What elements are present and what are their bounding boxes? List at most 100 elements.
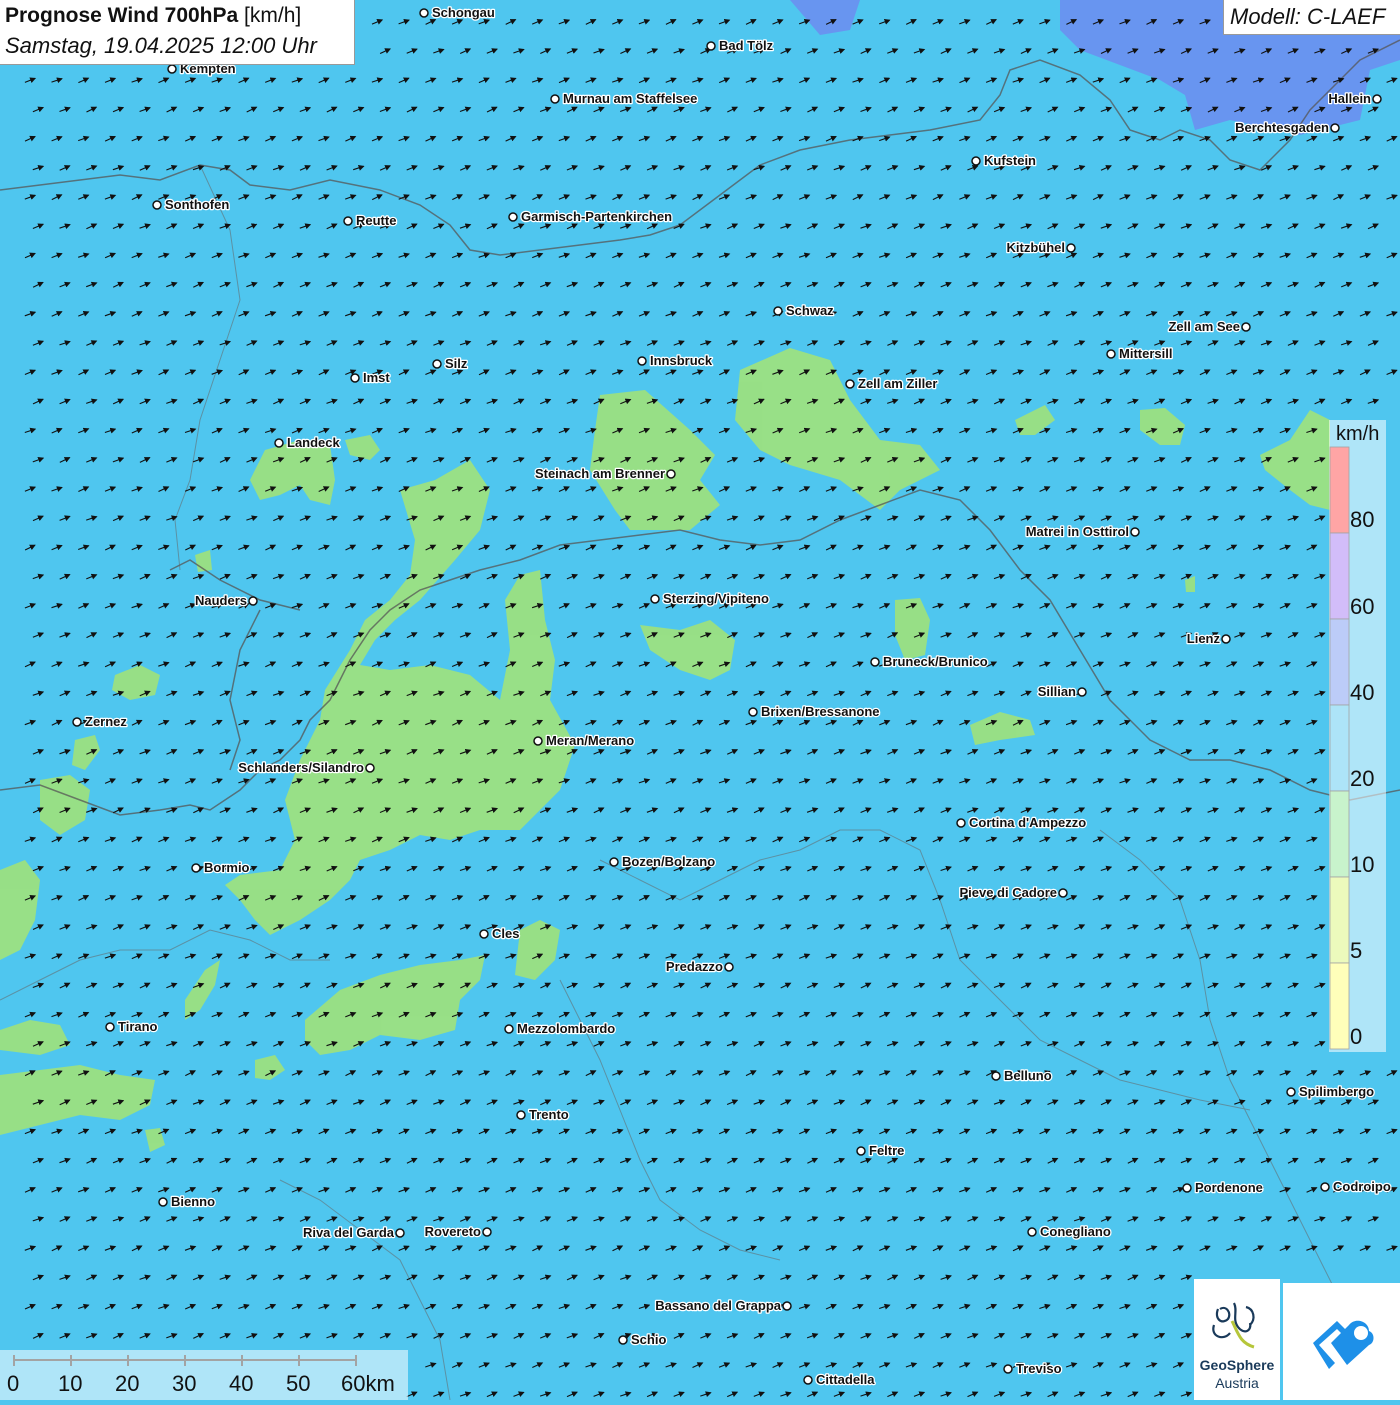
city-dot xyxy=(956,818,966,828)
city-dot xyxy=(782,1301,792,1311)
city-marker[interactable]: Zell am See xyxy=(1167,318,1251,335)
city-marker[interactable]: Meran/Merano xyxy=(533,732,635,749)
city-marker[interactable]: Bozen/Bolzano xyxy=(609,853,716,870)
scale-label-60km: 60km xyxy=(341,1371,395,1396)
city-dot xyxy=(508,212,518,222)
city-label: Kufstein xyxy=(984,153,1036,168)
city-label: Predazzo xyxy=(666,959,723,974)
city-marker[interactable]: Pordenone xyxy=(1182,1179,1264,1196)
city-label: Cortina d'Ampezzo xyxy=(969,815,1086,830)
city-label: Hallein xyxy=(1328,91,1371,106)
city-marker[interactable]: Schongau xyxy=(419,4,496,21)
city-dot xyxy=(533,736,543,746)
legend-label-5: 5 xyxy=(1350,938,1363,963)
city-dot xyxy=(1182,1183,1192,1193)
city-marker[interactable]: Bruneck/Brunico xyxy=(870,653,989,670)
city-label: Steinach am Brenner xyxy=(535,466,665,481)
city-marker[interactable]: Garmisch-Partenkirchen xyxy=(508,208,673,225)
city-dot xyxy=(748,707,758,717)
city-marker[interactable]: Innsbruck xyxy=(637,352,714,369)
city-marker[interactable]: Steinach am Brenner xyxy=(534,465,676,482)
legend-label-80: 80 xyxy=(1350,507,1375,532)
city-dot xyxy=(343,216,353,226)
city-label: Mezzolombardo xyxy=(517,1021,615,1036)
city-dot xyxy=(1066,243,1076,253)
city-label: Pordenone xyxy=(1195,1180,1263,1195)
city-marker[interactable]: Sterzing/Vipiteno xyxy=(650,590,770,607)
city-dot xyxy=(504,1024,514,1034)
city-dot xyxy=(432,359,442,369)
city-label: Schlanders/Silandro xyxy=(238,760,364,775)
city-marker[interactable]: Schlanders/Silandro xyxy=(237,759,375,776)
model-panel: Modell: C-LAEF xyxy=(1223,0,1400,35)
city-dot xyxy=(1027,1227,1037,1237)
city-marker[interactable]: Matrei in Osttirol xyxy=(1024,523,1140,540)
city-dot xyxy=(773,306,783,316)
city-dot xyxy=(1130,527,1140,537)
geosphere-swirl-icon xyxy=(1212,1302,1255,1349)
city-marker[interactable]: Murnau am Staffelsee xyxy=(550,90,699,107)
city-label: Silz xyxy=(445,356,468,371)
city-label: Murnau am Staffelsee xyxy=(563,91,697,106)
city-marker[interactable]: Mezzolombardo xyxy=(504,1020,617,1037)
city-label: Zell am Ziller xyxy=(858,376,937,391)
city-dot xyxy=(803,1375,813,1385)
scale-label-30: 30 xyxy=(172,1371,197,1396)
legend-label-20: 20 xyxy=(1350,766,1375,791)
city-label: Bassano del Grappa xyxy=(655,1298,781,1313)
city-dot xyxy=(72,717,82,727)
city-dot xyxy=(1058,888,1068,898)
geosphere-logo[interactable]: GeoSphere Austria xyxy=(1194,1279,1280,1400)
city-marker[interactable]: Pieve di Cadore xyxy=(958,884,1068,901)
city-label: Brixen/Bressanone xyxy=(761,704,880,719)
city-dot xyxy=(1003,1364,1013,1374)
city-dot xyxy=(870,657,880,667)
city-dot xyxy=(365,763,375,773)
city-label: Schwaz xyxy=(786,303,834,318)
legend-unit: km/h xyxy=(1336,423,1380,445)
city-marker[interactable]: Predazzo xyxy=(665,958,734,975)
city-label: Landeck xyxy=(287,435,341,450)
geosphere-logo-line1: GeoSphere xyxy=(1199,1357,1275,1373)
city-label: Rovereto xyxy=(425,1224,481,1239)
map-title: Prognose Wind 700hPa [km/h] xyxy=(5,4,301,28)
city-dot xyxy=(1330,123,1340,133)
city-dot xyxy=(482,1227,492,1237)
legend-label-0: 0 xyxy=(1350,1024,1363,1049)
legend-label-10: 10 xyxy=(1350,852,1375,877)
city-dot xyxy=(1077,687,1087,697)
city-marker[interactable]: Conegliano xyxy=(1027,1223,1112,1240)
city-marker[interactable]: Zell am Ziller xyxy=(845,375,939,392)
city-label: Schio xyxy=(631,1332,666,1347)
city-label: Schongau xyxy=(432,5,495,20)
city-label: Conegliano xyxy=(1040,1224,1111,1239)
city-marker[interactable]: Cortina d'Ampezzo xyxy=(956,814,1088,831)
city-dot xyxy=(856,1146,866,1156)
city-label: Nauders xyxy=(195,593,247,608)
city-label: Zell am See xyxy=(1168,319,1240,334)
city-label: Riva del Garda xyxy=(303,1225,395,1240)
city-label: Bienno xyxy=(171,1194,215,1209)
city-dot xyxy=(1241,322,1251,332)
city-dot xyxy=(971,156,981,166)
city-dot xyxy=(419,8,429,18)
city-marker[interactable]: Kitzbühel xyxy=(1005,239,1076,256)
city-dot xyxy=(724,962,734,972)
city-label: Imst xyxy=(363,370,390,385)
city-marker[interactable]: Sonthofen xyxy=(152,196,231,213)
weather-app-logo[interactable] xyxy=(1283,1283,1400,1400)
city-label: Bozen/Bolzano xyxy=(622,854,715,869)
city-marker[interactable]: Bassano del Grappa xyxy=(654,1297,792,1314)
city-marker[interactable]: Riva del Garda xyxy=(302,1224,405,1241)
city-label: Matrei in Osttirol xyxy=(1026,524,1129,539)
city-label: Zernez xyxy=(85,714,127,729)
city-dot xyxy=(706,41,716,51)
city-dot xyxy=(609,857,619,867)
scale-label-0: 0 xyxy=(7,1371,20,1396)
city-dot xyxy=(350,373,360,383)
city-dot xyxy=(1286,1087,1296,1097)
city-label: Sterzing/Vipiteno xyxy=(663,591,769,606)
city-marker[interactable]: Brixen/Bressanone xyxy=(748,703,881,720)
city-marker[interactable]: Spilimbergo xyxy=(1286,1083,1375,1100)
city-marker[interactable]: Berchtesgaden xyxy=(1234,119,1340,136)
